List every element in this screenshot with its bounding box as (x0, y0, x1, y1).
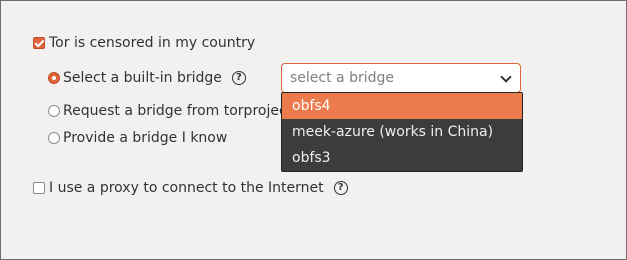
proxy-label: I use a proxy to connect to the Internet (49, 180, 324, 196)
menu-item-label: meek-azure (works in China) (292, 124, 494, 140)
radio-provide-row[interactable]: Provide a bridge I know (48, 129, 227, 147)
censored-checkbox[interactable] (33, 37, 45, 49)
menu-item-obfs3[interactable]: obfs3 (282, 145, 522, 171)
menu-item-obfs4[interactable]: obfs4 (282, 93, 522, 119)
censored-row[interactable]: Tor is censored in my country (33, 34, 255, 52)
bridge-select-placeholder: select a bridge (290, 70, 394, 86)
radio-builtin-label: Select a built-in bridge (63, 70, 222, 86)
proxy-checkbox[interactable] (33, 182, 45, 194)
window: Tor is censored in my country Select a b… (0, 0, 627, 260)
bridge-dropdown-menu: obfs4 meek-azure (works in China) obfs3 (281, 92, 523, 172)
bridge-select[interactable]: select a bridge (281, 63, 521, 93)
censored-label: Tor is censored in my country (49, 35, 256, 51)
radio-request-label: Request a bridge from torproject.o (63, 103, 306, 119)
menu-item-meek-azure[interactable]: meek-azure (works in China) (282, 119, 522, 145)
radio-request-row[interactable]: Request a bridge from torproject.o (48, 102, 305, 120)
help-icon[interactable]: ? (231, 71, 246, 85)
menu-item-label: obfs4 (292, 98, 331, 114)
chevron-down-icon (500, 71, 512, 83)
radio-builtin[interactable] (48, 72, 60, 84)
menu-item-label: obfs3 (292, 150, 331, 166)
proxy-row[interactable]: I use a proxy to connect to the Internet… (33, 179, 348, 197)
help-icon[interactable]: ? (333, 181, 348, 195)
radio-request[interactable] (48, 105, 60, 117)
radio-provide[interactable] (48, 132, 60, 144)
radio-builtin-row[interactable]: Select a built-in bridge ? (48, 69, 246, 87)
radio-provide-label: Provide a bridge I know (63, 130, 228, 146)
